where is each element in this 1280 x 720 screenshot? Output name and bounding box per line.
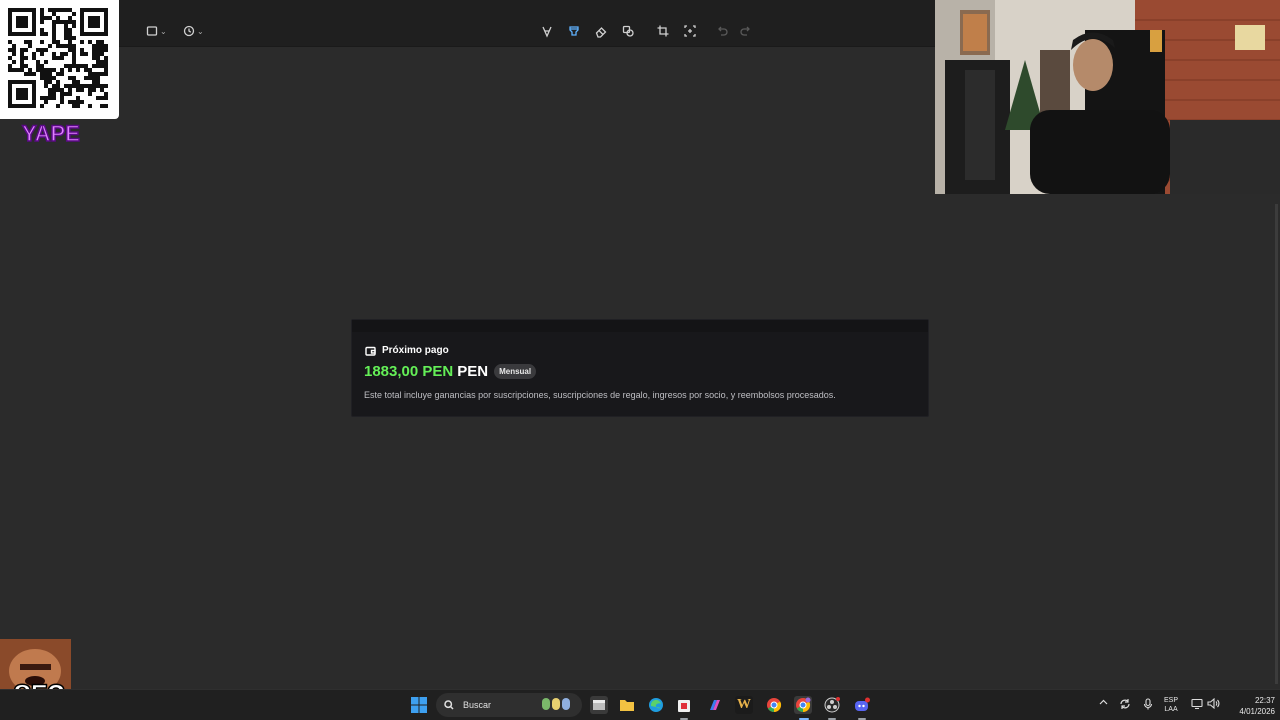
rectangle-mode-button[interactable]: ⌄ [146, 20, 167, 42]
webcam-feed [935, 0, 1280, 194]
yape-caption: YAPE [21, 120, 80, 147]
edge-browser-button[interactable] [647, 696, 665, 714]
webcam-image [935, 0, 1280, 194]
pen-button[interactable] [540, 20, 554, 42]
undo-icon [718, 26, 728, 36]
amount-row: 1883,00 PEN PEN Mensual [364, 363, 537, 380]
search-icon [444, 700, 454, 710]
discord-icon [855, 697, 870, 711]
crop-button[interactable] [656, 20, 670, 42]
highlighter-icon [569, 26, 579, 36]
obs-button[interactable] [823, 696, 841, 714]
search-highlight-icon [542, 698, 570, 710]
redo-icon [740, 26, 750, 36]
payment-currency: PEN [457, 363, 489, 380]
timer-button[interactable]: ⌄ [183, 20, 204, 42]
snipping-toolbar: ⌄ ⌄ [0, 0, 935, 47]
sync-icon[interactable] [1119, 698, 1131, 712]
redo-button[interactable] [739, 20, 753, 42]
crop-icon [657, 25, 669, 37]
start-button[interactable] [410, 696, 428, 714]
copilot-button[interactable] [706, 696, 724, 714]
copilot-icon [710, 700, 720, 710]
store-app-button[interactable] [675, 696, 693, 714]
chevron-down-icon: ⌄ [197, 26, 204, 36]
chrome-button[interactable] [765, 696, 783, 714]
highlighter-button[interactable] [567, 20, 581, 42]
windows-logo-icon [411, 697, 427, 713]
warcraft-icon: W [737, 697, 751, 712]
chrome-profile-button[interactable] [794, 696, 812, 714]
chrome-profile-icon [796, 697, 811, 713]
microphone-icon[interactable] [1143, 698, 1153, 712]
card-description: Este total incluye ganancias por suscrip… [364, 390, 836, 400]
language-variant: LAA [1164, 706, 1178, 713]
input-language-indicator[interactable]: ESP LAA [1164, 696, 1178, 714]
taskbar-search[interactable]: Buscar [436, 693, 582, 717]
language-code: ESP [1164, 697, 1179, 704]
undo-button[interactable] [715, 20, 729, 42]
network-icon[interactable] [1191, 698, 1203, 711]
folder-icon [620, 700, 634, 711]
frequency-badge: Mensual [494, 364, 537, 379]
vertical-scrollbar[interactable] [1275, 204, 1278, 684]
search-placeholder: Buscar [463, 700, 492, 710]
eraser-button[interactable] [594, 20, 608, 42]
text-actions-icon [684, 25, 696, 37]
store-icon [678, 700, 690, 712]
card-title: Próximo pago [382, 345, 449, 356]
screen: ⌄ ⌄ YAPE Próximo pago 1883,00 PEN PEN Me… [0, 0, 1280, 720]
clock-time: 22:37 [1254, 696, 1275, 705]
card-header: Próximo pago [365, 345, 449, 356]
clock-date: 4/01/2026 [1239, 707, 1275, 716]
chrome-icon [767, 698, 782, 713]
task-view-icon [593, 700, 605, 710]
qr-pattern [8, 8, 108, 108]
chevron-down-icon: ⌄ [160, 26, 167, 36]
text-actions-button[interactable] [683, 20, 697, 42]
rectangle-select-icon [146, 26, 158, 36]
system-clock[interactable]: 22:37 4/01/2026 [1225, 695, 1275, 717]
file-explorer-button[interactable] [618, 696, 636, 714]
wallet-icon [365, 346, 376, 356]
shapes-button[interactable] [621, 20, 635, 42]
timer-icon [183, 25, 195, 37]
task-view-button[interactable] [590, 696, 608, 714]
shapes-icon [622, 25, 634, 37]
yape-qr-code [0, 0, 119, 119]
warcraft-button[interactable]: W [735, 696, 753, 714]
next-payment-card: Próximo pago 1883,00 PEN PEN Mensual Est… [351, 319, 929, 417]
qr-module [104, 104, 108, 108]
payment-amount: 1883,00 PEN [364, 363, 454, 380]
edge-icon [649, 698, 663, 712]
tray-overflow-chevron-icon[interactable] [1099, 698, 1108, 709]
card-top-strip [352, 320, 928, 332]
eraser-icon [595, 27, 607, 38]
discord-button[interactable] [853, 696, 871, 714]
volume-icon[interactable] [1207, 697, 1220, 711]
obs-icon [824, 697, 840, 713]
pen-icon [542, 26, 552, 38]
windows-taskbar: Buscar W ESP LAA 22:37 4/01/2026 [0, 689, 1280, 720]
